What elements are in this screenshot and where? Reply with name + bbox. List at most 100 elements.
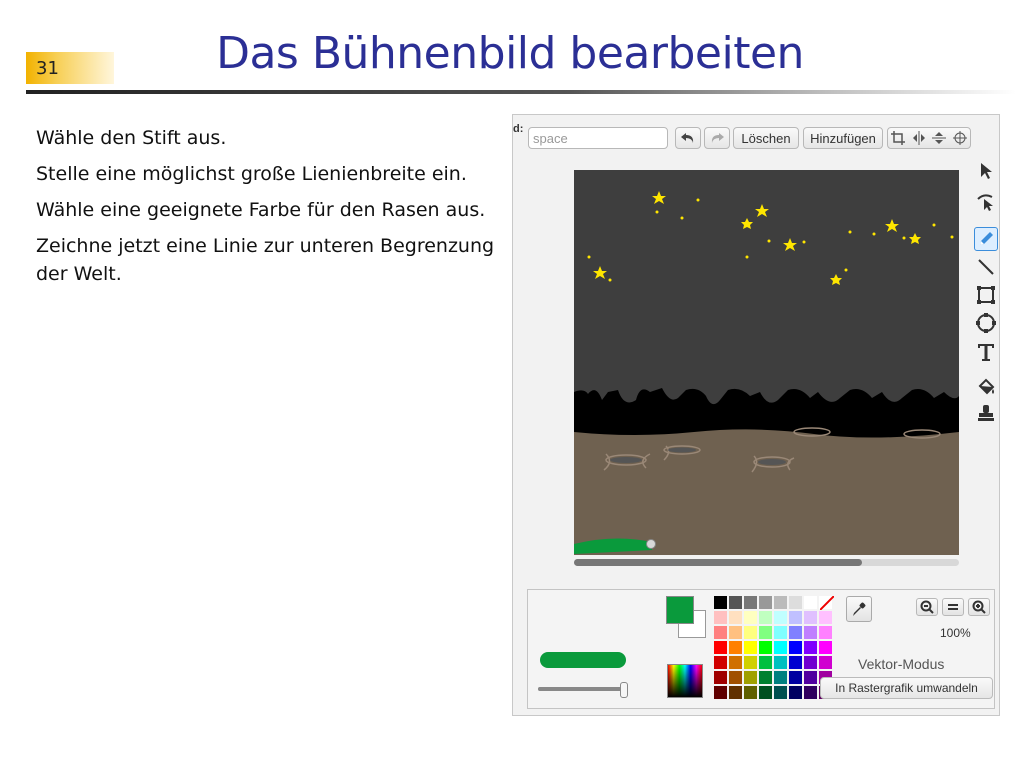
undo-button[interactable] — [675, 127, 701, 149]
flip-horizontal-icon[interactable] — [912, 131, 926, 145]
color-swatch[interactable] — [804, 671, 817, 684]
color-swatch[interactable] — [714, 641, 727, 654]
add-button[interactable]: Hinzufügen — [803, 127, 883, 149]
paint-editor: d: Löschen Hinzufügen — [512, 114, 1000, 716]
color-swatch[interactable] — [759, 671, 772, 684]
color-swatch[interactable] — [789, 626, 802, 639]
color-swatch[interactable] — [744, 626, 757, 639]
color-swatch[interactable] — [759, 611, 772, 624]
color-swatch[interactable] — [774, 611, 787, 624]
color-swatch[interactable] — [729, 611, 742, 624]
zoom-in-icon — [972, 600, 986, 614]
color-swatch[interactable] — [774, 641, 787, 654]
text-tool[interactable] — [974, 340, 998, 364]
color-swatch[interactable] — [744, 596, 757, 609]
instruction-1: Wähle den Stift aus. — [36, 127, 227, 149]
color-swatch[interactable] — [789, 611, 802, 624]
paint-canvas[interactable] — [574, 170, 959, 555]
zoom-reset-icon — [948, 604, 958, 610]
color-swatch[interactable] — [714, 611, 727, 624]
color-swatch[interactable] — [819, 656, 832, 669]
color-swatch[interactable] — [729, 686, 742, 699]
reshape-tool[interactable] — [974, 189, 998, 213]
zoom-out-button[interactable] — [916, 598, 938, 616]
color-swatch[interactable] — [774, 656, 787, 669]
brush-size-slider-track[interactable] — [538, 682, 628, 698]
color-swatch[interactable] — [759, 686, 772, 699]
reshape-icon — [977, 194, 993, 211]
color-swatch[interactable] — [729, 671, 742, 684]
color-swatch[interactable] — [789, 596, 802, 609]
color-swatch[interactable] — [729, 656, 742, 669]
convert-to-bitmap-button[interactable]: In Rastergrafik umwandeln — [820, 677, 993, 699]
line-icon — [978, 259, 994, 275]
color-swatch[interactable] — [804, 596, 817, 609]
color-swatch[interactable] — [729, 641, 742, 654]
color-swatch[interactable] — [774, 671, 787, 684]
zoom-level: 100% — [940, 626, 971, 640]
color-swatch[interactable] — [759, 641, 772, 654]
costume-name-input[interactable] — [528, 127, 668, 149]
color-swatch[interactable] — [744, 611, 757, 624]
color-swatch[interactable] — [819, 611, 832, 624]
color-swatch[interactable] — [804, 626, 817, 639]
redo-icon — [711, 133, 724, 143]
primary-color[interactable] — [666, 596, 694, 624]
stroke-endpoint-handle[interactable] — [646, 539, 656, 549]
brush-size-slider-fill — [538, 687, 624, 691]
color-swatch[interactable] — [729, 596, 742, 609]
zoom-reset-button[interactable] — [942, 598, 964, 616]
fill-bucket-icon — [978, 378, 995, 395]
color-swatch[interactable] — [714, 686, 727, 699]
ellipse-tool[interactable] — [974, 311, 998, 335]
select-tool[interactable] — [974, 159, 998, 183]
color-swatch[interactable] — [774, 596, 787, 609]
name-label-fragment: d: — [513, 123, 524, 135]
color-swatch[interactable] — [819, 641, 832, 654]
redo-button[interactable] — [704, 127, 730, 149]
pencil-tool[interactable] — [974, 227, 998, 251]
color-swatch[interactable] — [744, 686, 757, 699]
zoom-in-button[interactable] — [968, 598, 990, 616]
clear-button[interactable]: Löschen — [733, 127, 799, 149]
color-swatch[interactable] — [744, 641, 757, 654]
crop-icon[interactable] — [891, 131, 906, 145]
zoom-out-icon — [920, 600, 934, 614]
color-swatch[interactable] — [774, 626, 787, 639]
scrollbar-thumb[interactable] — [574, 559, 862, 566]
color-swatch[interactable] — [804, 611, 817, 624]
color-swatch[interactable] — [759, 596, 772, 609]
fill-tool[interactable] — [974, 375, 998, 399]
canvas-horizontal-scrollbar[interactable] — [574, 559, 959, 566]
color-swatch[interactable] — [714, 656, 727, 669]
stamp-tool[interactable] — [974, 401, 998, 425]
brush-size-slider-handle[interactable] — [620, 682, 628, 698]
color-swatch[interactable] — [759, 656, 772, 669]
night-scene-drawing — [574, 170, 959, 555]
color-swatch[interactable] — [804, 656, 817, 669]
color-swatch[interactable] — [789, 686, 802, 699]
color-swatch[interactable] — [714, 671, 727, 684]
color-swatch[interactable] — [789, 641, 802, 654]
color-swatch[interactable] — [789, 656, 802, 669]
color-picker-gradient[interactable] — [667, 664, 703, 698]
costume-center-icon[interactable] — [952, 131, 967, 145]
eyedropper-button[interactable] — [846, 596, 872, 622]
flip-vertical-icon[interactable] — [932, 131, 947, 145]
color-swatch[interactable] — [714, 596, 727, 609]
no-color-icon[interactable] — [820, 596, 834, 610]
color-swatch[interactable] — [714, 626, 727, 639]
color-swatch[interactable] — [744, 671, 757, 684]
color-swatch[interactable] — [774, 686, 787, 699]
color-swatch[interactable] — [819, 626, 832, 639]
line-tool[interactable] — [974, 255, 998, 279]
color-swatch[interactable] — [744, 656, 757, 669]
undo-icon — [681, 133, 694, 143]
color-swatch[interactable] — [804, 686, 817, 699]
color-swatch[interactable] — [804, 641, 817, 654]
color-swatch[interactable] — [759, 626, 772, 639]
color-swatch[interactable] — [729, 626, 742, 639]
color-swatch[interactable] — [789, 671, 802, 684]
select-arrow-icon — [981, 163, 992, 179]
rectangle-tool[interactable] — [974, 283, 998, 307]
